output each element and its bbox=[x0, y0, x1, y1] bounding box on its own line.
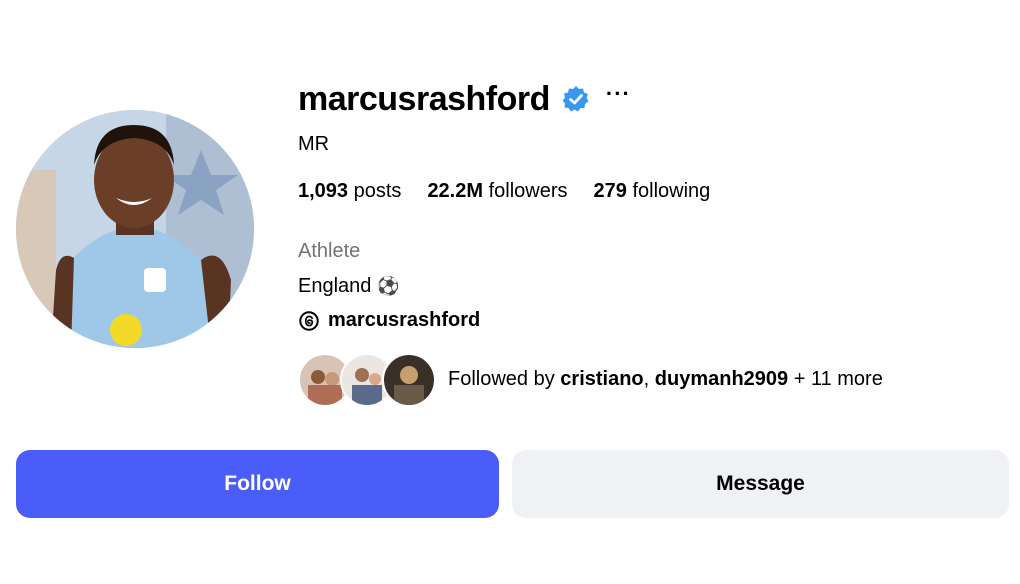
mutual-avatars bbox=[298, 353, 436, 407]
posts-count: 1,093 bbox=[298, 180, 349, 202]
following-stat[interactable]: 279 following bbox=[594, 180, 711, 203]
mutual-user-2[interactable]: duymanh2909 bbox=[655, 368, 788, 390]
following-count: 279 bbox=[593, 180, 627, 202]
follow-button[interactable]: Follow bbox=[16, 450, 499, 518]
bio-text: England bbox=[298, 275, 372, 297]
followers-stat[interactable]: 22.2M followers bbox=[427, 180, 567, 203]
soccer-ball-icon: ⚽ bbox=[377, 276, 400, 296]
profile-username: marcusrashford bbox=[298, 79, 550, 118]
username-row: marcusrashford ··· bbox=[298, 78, 998, 120]
followed-by[interactable]: Followed by cristiano, duymanh2909 + 11 … bbox=[298, 353, 883, 407]
profile-category: Athlete bbox=[298, 240, 361, 262]
verified-badge-icon bbox=[562, 85, 590, 113]
profile-stats: 1,093 posts 22.2M followers 279 followin… bbox=[298, 180, 736, 203]
followed-by-separator: , bbox=[643, 367, 655, 390]
threads-handle: marcusrashford bbox=[328, 309, 481, 331]
threads-link[interactable]: marcusrashford bbox=[298, 309, 480, 332]
followed-by-prefix: Followed by bbox=[448, 367, 561, 390]
profile-bio: England ⚽ bbox=[298, 275, 400, 298]
followers-label: followers bbox=[488, 180, 568, 202]
followed-by-text: Followed by cristiano, duymanh2909 + 11 … bbox=[448, 368, 883, 391]
profile-full-name: MR bbox=[298, 133, 330, 155]
following-label: following bbox=[632, 180, 711, 202]
threads-icon bbox=[299, 310, 319, 331]
more-options-icon[interactable]: ··· bbox=[606, 83, 631, 105]
mutual-avatar bbox=[382, 353, 436, 407]
message-button[interactable]: Message bbox=[512, 450, 1009, 518]
posts-label: posts bbox=[353, 180, 402, 202]
profile-avatar[interactable] bbox=[16, 110, 254, 348]
followers-count: 22.2M bbox=[427, 180, 484, 202]
mutual-user-1[interactable]: cristiano bbox=[560, 368, 643, 390]
profile-info: marcusrashford ··· MR 1,093 posts 22.2M … bbox=[298, 78, 998, 407]
posts-stat[interactable]: 1,093 posts bbox=[298, 180, 401, 203]
followed-by-suffix: + 11 more bbox=[788, 367, 883, 390]
profile-photo bbox=[16, 110, 254, 348]
